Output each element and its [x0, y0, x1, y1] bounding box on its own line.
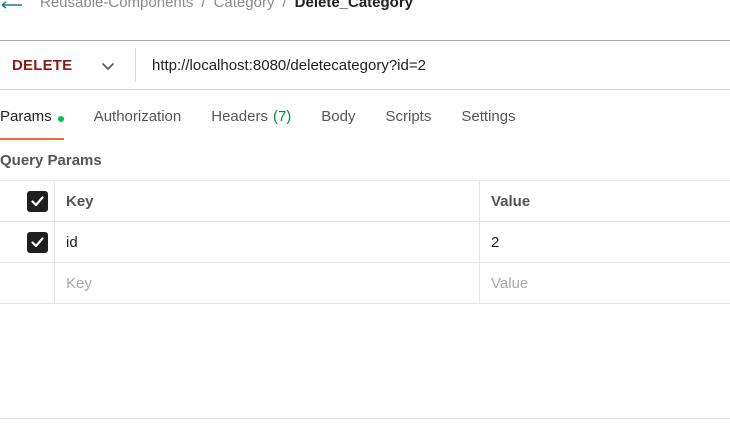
breadcrumb-item-folder[interactable]: Category	[214, 0, 275, 11]
http-icon: HTTP	[0, 0, 27, 13]
new-param-row	[0, 263, 730, 304]
tab-label: Body	[321, 108, 356, 125]
method-select[interactable]: DELETE	[0, 48, 136, 82]
svg-text:HTTP: HTTP	[3, 0, 26, 1]
tab-headers[interactable]: Headers (7)	[211, 104, 291, 140]
tab-scripts[interactable]: Scripts	[386, 104, 432, 140]
tab-label: Params	[0, 108, 52, 125]
row-check-cell	[0, 263, 55, 303]
url-input[interactable]	[152, 50, 712, 80]
table-row: id 2	[0, 222, 730, 263]
request-name[interactable]: Delete_Category	[295, 0, 413, 11]
row-check-cell	[0, 222, 55, 262]
value-column-header: Value	[491, 192, 531, 210]
chevron-down-icon	[101, 59, 115, 70]
row-checkbox[interactable]	[27, 232, 48, 253]
query-params-title: Query Params	[0, 152, 102, 169]
tab-label: Headers	[211, 108, 268, 125]
request-bar: DELETE	[0, 40, 730, 90]
headers-count: (7)	[272, 108, 292, 125]
param-key: id	[66, 233, 78, 251]
breadcrumb-separator: /	[201, 0, 206, 11]
tab-body[interactable]: Body	[321, 104, 355, 140]
divider	[0, 418, 730, 419]
new-key-input[interactable]	[66, 274, 438, 292]
breadcrumb-item-collection[interactable]: Reusable-Components	[40, 0, 193, 11]
new-value-input[interactable]	[491, 274, 707, 292]
breadcrumb-separator: /	[282, 0, 287, 11]
tab-label: Authorization	[93, 108, 182, 125]
select-all-cell	[0, 181, 55, 221]
new-value-cell[interactable]	[480, 263, 730, 303]
tab-label: Settings	[461, 108, 516, 125]
query-params-table: Key Value id 2	[0, 180, 730, 304]
select-all-checkbox[interactable]	[27, 191, 48, 212]
breadcrumb: HTTP Reusable-Components / Category / De…	[0, 0, 413, 13]
new-key-cell[interactable]	[55, 263, 480, 303]
method-label: DELETE	[12, 56, 73, 74]
tab-params[interactable]: Params	[0, 104, 64, 140]
active-indicator-dot	[57, 116, 64, 122]
tab-authorization[interactable]: Authorization	[94, 104, 182, 140]
param-key-cell[interactable]: id	[55, 222, 480, 262]
param-value: 2	[491, 233, 500, 251]
tab-settings[interactable]: Settings	[461, 104, 515, 140]
key-column-header: Key	[55, 181, 480, 221]
table-header-row: Key Value	[0, 181, 730, 222]
tab-label: Scripts	[385, 108, 432, 125]
param-value-cell[interactable]: 2	[480, 222, 730, 262]
request-tabs: Params Authorization Headers (7) Body Sc…	[0, 104, 546, 140]
